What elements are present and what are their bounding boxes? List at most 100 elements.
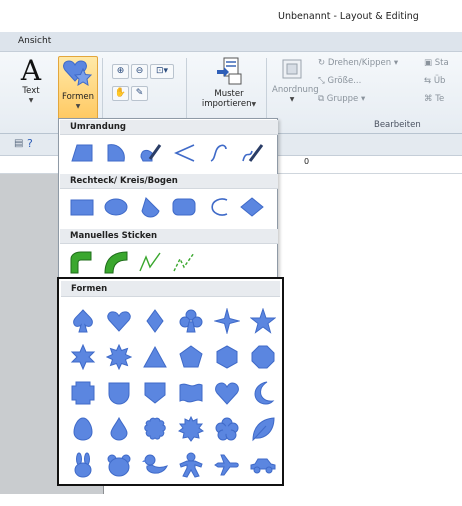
section-header-umrandung: Umrandung [60, 120, 278, 135]
muster-import-icon [217, 57, 242, 85]
zoom-fit-button[interactable]: ⊡▾ [150, 64, 174, 79]
drehen-label: Drehen/Kippen [327, 58, 392, 68]
manual-stitch-curve-icon[interactable] [101, 247, 131, 277]
shape-crescent-moon[interactable] [245, 375, 281, 411]
umrandung-shape-row [67, 138, 267, 168]
window-title-bar: Unbenannt - Layout & Editing [0, 0, 462, 32]
ribbon-tab-bar: Ansicht [0, 32, 462, 52]
zoom-in-icon: ⊕ [116, 66, 125, 76]
shape-curve-line-outline[interactable] [203, 138, 233, 168]
shape-line-outline[interactable] [169, 138, 199, 168]
formen-button[interactable]: Formen ▼ [58, 56, 98, 122]
shape-airplane[interactable] [209, 447, 245, 483]
zoom-in-button[interactable]: ⊕ [112, 64, 129, 79]
shape-notched-square[interactable] [65, 375, 101, 411]
bearbeiten-group-label: Bearbeiten [374, 120, 421, 130]
resize-icon: ⤡ [318, 76, 325, 86]
anordnung-button[interactable]: Anordnung ▼ [272, 56, 319, 120]
text-button[interactable]: A Text ▼ [8, 56, 54, 120]
shape-club[interactable] [173, 303, 209, 339]
shape-polygon-outline[interactable] [67, 138, 97, 168]
clipped-te-button[interactable]: ⌘ Te [424, 94, 444, 104]
text-icon: A [20, 54, 42, 87]
zoom-out-button[interactable]: ⊖ [131, 64, 148, 79]
panel-icon[interactable]: ▤ [14, 138, 23, 149]
shape-car[interactable] [245, 447, 281, 483]
group-icon: ⧉ [318, 94, 325, 104]
clipped-st-button[interactable]: ▣ Sta [424, 58, 449, 68]
clipped-ub-label: Üb [433, 76, 446, 86]
shape-teardrop[interactable] [101, 411, 137, 447]
shape-heart-outline[interactable] [209, 375, 245, 411]
groesse-button[interactable]: ⤡ Größe... [318, 76, 361, 86]
muster-importieren-button[interactable]: Muster importieren▼ [196, 56, 262, 122]
shape-flower[interactable] [209, 411, 245, 447]
formen-icon [63, 60, 93, 86]
formen-shapes-panel: Formen [57, 277, 284, 486]
shape-rounded-rectangle[interactable] [169, 192, 199, 222]
hand-button[interactable]: ✋ [112, 86, 129, 101]
shape-rectangle[interactable] [67, 192, 97, 222]
manuelles-sticken-shape-row [67, 247, 199, 277]
manual-stitch-zigzag-icon[interactable] [135, 247, 165, 277]
groesse-label: Größe... [327, 76, 362, 86]
rechteck-shape-row [67, 192, 267, 222]
shape-pie[interactable] [135, 192, 165, 222]
formen-shape-grid [65, 303, 281, 483]
shape-egg[interactable] [65, 411, 101, 447]
help-icon[interactable]: ? [27, 137, 33, 150]
muster-dropdown-caret: ▼ [251, 101, 257, 108]
shape-rabbit[interactable] [65, 447, 101, 483]
anordnung-label: Anordnung [272, 85, 319, 95]
shape-burst[interactable] [173, 411, 209, 447]
ruler-zero: 0 [304, 157, 310, 166]
shape-gingerbread-man[interactable] [173, 447, 209, 483]
shape-wave-banner[interactable] [173, 375, 209, 411]
measure-button[interactable]: ✎ [131, 86, 148, 101]
formen-dropdown-panel: Umrandung Rechteck/ Kreis/Bogen Manuelle… [58, 118, 278, 298]
shape-ellipse[interactable] [101, 192, 131, 222]
shape-shield[interactable] [101, 375, 137, 411]
shape-duck[interactable] [137, 447, 173, 483]
measure-icon: ✎ [135, 88, 144, 98]
hand-icon: ✋ [114, 88, 127, 98]
shape-spade[interactable] [65, 303, 101, 339]
shape-octagon[interactable] [245, 339, 281, 375]
manual-stitch-dashed-icon[interactable] [169, 247, 199, 277]
shape-diamond[interactable] [137, 303, 173, 339]
gruppe-button[interactable]: ⧉ Gruppe ▾ [318, 94, 365, 104]
shape-chord[interactable] [237, 192, 267, 222]
shape-pentagon[interactable] [173, 339, 209, 375]
zoom-fit-icon: ⊡▾ [155, 66, 169, 76]
shape-arc[interactable] [203, 192, 233, 222]
window-title: Unbenannt - Layout & Editing [278, 11, 419, 22]
formen-button-label: Formen [61, 92, 95, 102]
shape-hexagon[interactable] [209, 339, 245, 375]
shape-pennant[interactable] [137, 375, 173, 411]
shape-freehand-outline[interactable] [135, 138, 165, 168]
text-button-label: Text [22, 86, 40, 96]
anordnung-caret: ▼ [289, 96, 295, 103]
shape-six-point-star[interactable] [65, 339, 101, 375]
shape-leaf[interactable] [245, 411, 281, 447]
shape-eight-point-star[interactable] [101, 339, 137, 375]
shape-freehand-line-outline[interactable] [237, 138, 267, 168]
clipped-st-label: Sta [434, 58, 449, 68]
clipped-ub-button[interactable]: ⇆ Üb [424, 76, 445, 86]
shape-four-point-star[interactable] [209, 303, 245, 339]
shape-triangle[interactable] [137, 339, 173, 375]
gruppe-label: Gruppe [326, 94, 359, 104]
manual-stitch-block-icon[interactable] [67, 247, 97, 277]
shape-bear[interactable] [101, 447, 137, 483]
clipped-te-label: Te [435, 94, 445, 104]
muster-label-1: Muster [214, 89, 244, 99]
drehen-kippen-button[interactable]: ↻ Drehen/Kippen ▾ [318, 58, 398, 68]
shape-five-point-star[interactable] [245, 303, 281, 339]
rotate-icon: ↻ [318, 58, 326, 68]
anordnung-icon [282, 59, 302, 79]
shape-scalloped[interactable] [137, 411, 173, 447]
tab-ansicht[interactable]: Ansicht [18, 36, 51, 46]
shape-curve-outline[interactable] [101, 138, 131, 168]
section-header-rechteck-kreis-bogen: Rechteck/ Kreis/Bogen [60, 174, 278, 189]
shape-heart[interactable] [101, 303, 137, 339]
